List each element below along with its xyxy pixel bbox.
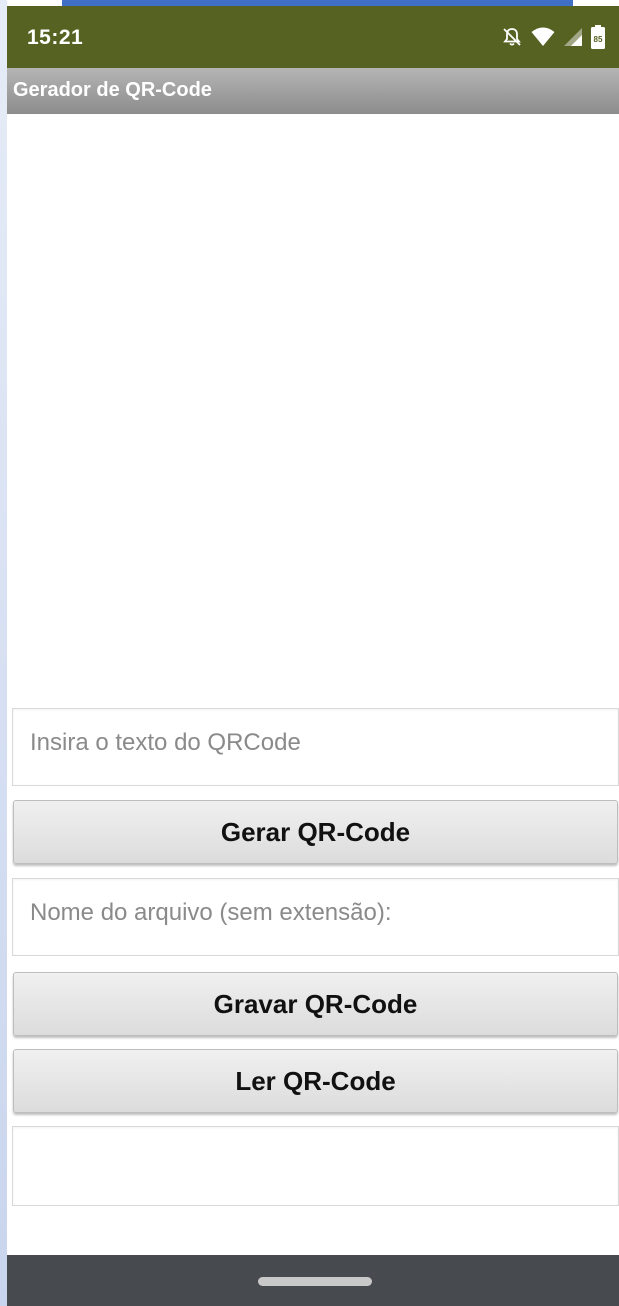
status-time: 15:21 [27,26,84,49]
notifications-off-icon [501,26,523,48]
read-qr-button[interactable]: Ler QR-Code [13,1049,618,1113]
window-frame-left [0,0,7,1306]
result-text-box[interactable] [12,1126,619,1206]
signal-icon [563,27,583,47]
battery-level-text: 85 [594,35,603,44]
filename-input[interactable]: Nome do arquivo (sem extensão): [12,878,619,956]
app-title: Gerador de QR-Code [13,79,212,101]
home-gesture-pill[interactable] [258,1277,372,1286]
qr-text-placeholder: Insira o texto do QRCode [30,729,301,756]
app-title-bar: Gerador de QR-Code [7,68,619,114]
qr-code-image-area [7,114,619,704]
save-qr-button[interactable]: Gravar QR-Code [13,972,618,1036]
status-icons: 85 [501,24,605,50]
status-bar: 15:21 85 [7,6,619,68]
app-screen: 15:21 85 Gerador de QR-Code Insira o tex… [0,0,619,1306]
filename-placeholder: Nome do arquivo (sem extensão): [30,899,392,926]
navigation-bar [7,1255,619,1306]
generate-qr-button[interactable]: Gerar QR-Code [13,800,618,864]
wifi-icon [531,27,555,47]
battery-icon: 85 [591,25,605,49]
qr-text-input[interactable]: Insira o texto do QRCode [12,708,619,786]
